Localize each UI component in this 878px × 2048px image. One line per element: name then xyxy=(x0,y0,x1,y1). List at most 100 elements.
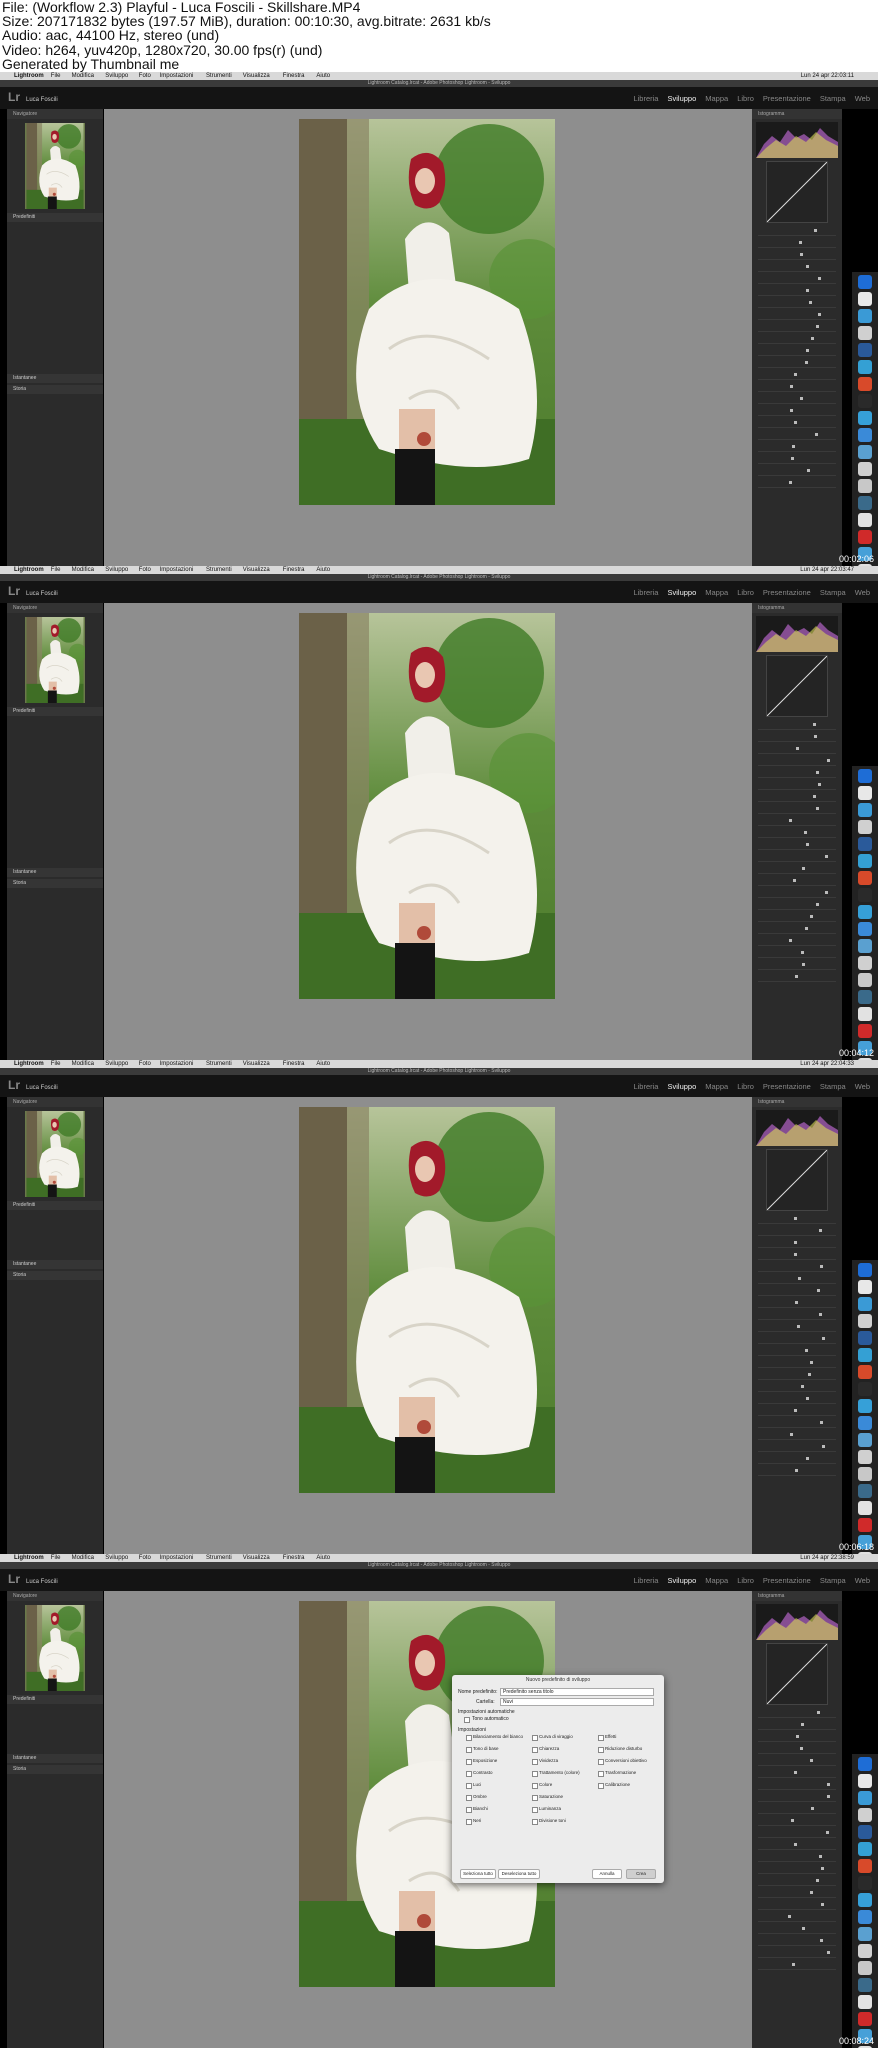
slider-handle[interactable] xyxy=(810,1759,813,1762)
slider-handle[interactable] xyxy=(806,1397,809,1400)
setting-checkbox[interactable] xyxy=(598,1783,604,1789)
adjustment-slider[interactable] xyxy=(758,864,836,874)
history-list-item[interactable] xyxy=(7,898,103,903)
dock-app-icon[interactable] xyxy=(858,1314,872,1328)
dock-app-icon[interactable] xyxy=(858,905,872,919)
select-all-button[interactable]: Seleziona tutto xyxy=(460,1869,496,1879)
slider-handle[interactable] xyxy=(811,337,814,340)
adjustment-slider[interactable] xyxy=(758,1274,836,1284)
slider-handle[interactable] xyxy=(826,1831,829,1834)
adjustment-slider[interactable] xyxy=(758,370,836,380)
setting-checkbox[interactable] xyxy=(598,1735,604,1741)
slider-handle[interactable] xyxy=(794,373,797,376)
slider-handle[interactable] xyxy=(822,1337,825,1340)
adjustment-slider[interactable] xyxy=(758,1298,836,1308)
slider-handle[interactable] xyxy=(788,1915,791,1918)
slider-handle[interactable] xyxy=(816,807,819,810)
adjustment-slider[interactable] xyxy=(758,732,836,742)
slider-handle[interactable] xyxy=(793,879,796,882)
adjustment-slider[interactable] xyxy=(758,454,836,464)
folder-select[interactable]: Nuvi xyxy=(500,1698,654,1706)
slider-handle[interactable] xyxy=(827,1795,830,1798)
dock-app-icon[interactable] xyxy=(858,1484,872,1498)
navigator-thumbnail[interactable] xyxy=(25,617,85,703)
adjustment-slider[interactable] xyxy=(758,1948,836,1958)
slider-handle[interactable] xyxy=(795,1301,798,1304)
slider-handle[interactable] xyxy=(814,229,817,232)
adjustment-slider[interactable] xyxy=(758,1286,836,1296)
module-tab-sviluppo[interactable]: Sviluppo xyxy=(667,94,696,103)
adjustment-slider[interactable] xyxy=(758,1780,836,1790)
presets-section-header[interactable]: Predefiniti xyxy=(7,707,103,716)
slider-handle[interactable] xyxy=(796,1735,799,1738)
slider-handle[interactable] xyxy=(819,1229,822,1232)
slider-handle[interactable] xyxy=(805,1349,808,1352)
dock-app-icon[interactable] xyxy=(858,871,872,885)
menu-item[interactable]: Strumenti xyxy=(206,1060,232,1068)
adjustment-slider[interactable] xyxy=(758,274,836,284)
history-section-header[interactable]: Storia xyxy=(7,1271,103,1280)
adjustment-slider[interactable] xyxy=(758,1720,836,1730)
slider-handle[interactable] xyxy=(789,819,792,822)
menu-item[interactable]: Foto xyxy=(139,1060,151,1068)
menu-item[interactable]: Finestra xyxy=(283,1554,305,1562)
menu-item[interactable]: Visualizza xyxy=(243,1554,270,1562)
adjustment-slider[interactable] xyxy=(758,1262,836,1272)
dock-app-icon[interactable] xyxy=(858,854,872,868)
adjustment-slider[interactable] xyxy=(758,1708,836,1718)
snapshots-section-header[interactable]: Istantanee xyxy=(7,374,103,383)
dock-app-icon[interactable] xyxy=(858,496,872,510)
module-tab-libreria[interactable]: Libreria xyxy=(633,94,658,103)
navigator-thumbnail[interactable] xyxy=(25,123,85,209)
navigator-header[interactable]: Navigatore xyxy=(7,1097,103,1107)
adjustment-slider[interactable] xyxy=(758,816,836,826)
main-photo[interactable] xyxy=(299,1107,555,1493)
slider-handle[interactable] xyxy=(790,1433,793,1436)
presets-section-header[interactable]: Predefiniti xyxy=(7,1695,103,1704)
adjustment-slider[interactable] xyxy=(758,478,836,488)
adjustment-slider[interactable] xyxy=(758,1394,836,1404)
slider-handle[interactable] xyxy=(819,1855,822,1858)
dock-app-icon[interactable] xyxy=(858,1518,872,1532)
setting-checkbox[interactable] xyxy=(532,1819,538,1825)
presets-section-header[interactable]: Predefiniti xyxy=(7,213,103,222)
slider-handle[interactable] xyxy=(795,975,798,978)
slider-handle[interactable] xyxy=(800,253,803,256)
slider-handle[interactable] xyxy=(806,265,809,268)
preset-list-item[interactable] xyxy=(7,1746,103,1752)
slider-handle[interactable] xyxy=(794,421,797,424)
slider-handle[interactable] xyxy=(816,1879,819,1882)
histogram-header[interactable]: Istogramma xyxy=(752,603,842,613)
dock-app-icon[interactable] xyxy=(858,377,872,391)
menu-item[interactable]: Sviluppo xyxy=(105,1060,128,1068)
adjustment-slider[interactable] xyxy=(758,1744,836,1754)
adjustment-slider[interactable] xyxy=(758,936,836,946)
module-tab-libro[interactable]: Libro xyxy=(737,94,754,103)
slider-handle[interactable] xyxy=(806,843,809,846)
setting-checkbox[interactable] xyxy=(598,1747,604,1753)
adjustment-slider[interactable] xyxy=(758,828,836,838)
slider-handle[interactable] xyxy=(802,867,805,870)
histogram-header[interactable]: Istogramma xyxy=(752,1591,842,1601)
module-tab-stampa[interactable]: Stampa xyxy=(820,1082,846,1091)
preset-list-item[interactable] xyxy=(7,860,103,866)
menu-item[interactable]: Modifica xyxy=(72,566,94,574)
module-tab-mappa[interactable]: Mappa xyxy=(705,1576,728,1585)
setting-checkbox[interactable] xyxy=(466,1759,472,1765)
tone-curve[interactable] xyxy=(766,161,828,223)
slider-handle[interactable] xyxy=(818,313,821,316)
adjustment-slider[interactable] xyxy=(758,1430,836,1440)
slider-handle[interactable] xyxy=(825,855,828,858)
dock-app-icon[interactable] xyxy=(858,1995,872,2009)
dock-app-icon[interactable] xyxy=(858,1433,872,1447)
dock-app-icon[interactable] xyxy=(858,837,872,851)
dock-app-icon[interactable] xyxy=(858,1416,872,1430)
setting-checkbox[interactable] xyxy=(466,1783,472,1789)
adjustment-slider[interactable] xyxy=(758,1756,836,1766)
slider-handle[interactable] xyxy=(792,1963,795,1966)
slider-handle[interactable] xyxy=(800,1747,803,1750)
setting-checkbox[interactable] xyxy=(598,1771,604,1777)
dock-app-icon[interactable] xyxy=(858,343,872,357)
setting-checkbox[interactable] xyxy=(466,1819,472,1825)
slider-handle[interactable] xyxy=(827,1783,830,1786)
